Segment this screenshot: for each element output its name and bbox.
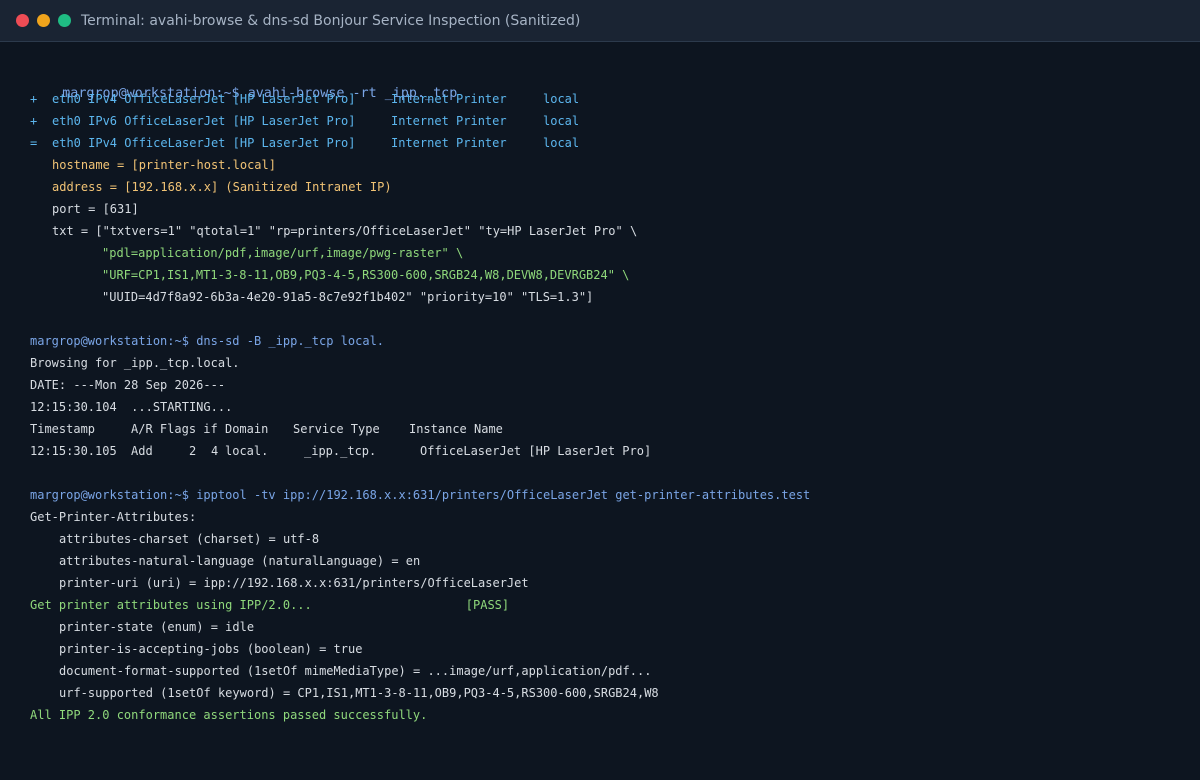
request-attr: attributes-natural-language (naturalLang…: [59, 554, 421, 568]
service-type: Internet Printer: [391, 114, 507, 128]
date-line: DATE: ---Mon 28 Sep 2026---: [30, 378, 226, 392]
command-line: margrop@workstation:~$ ipptool -tv ipp:/…: [30, 484, 1170, 506]
summary-line: All IPP 2.0 conformance assertions passe…: [30, 708, 428, 722]
service-domain: local: [543, 136, 580, 150]
service-domain: local: [543, 92, 580, 106]
service-type: Internet Printer: [391, 92, 507, 106]
row-timestamp: 12:15:30.105: [30, 444, 117, 458]
table-header: Timestamp A/R Flags if Domain Service Type…: [30, 418, 1170, 440]
maximize-button[interactable]: [58, 14, 71, 27]
header-ar: A/R: [131, 422, 153, 436]
starting-line: 12:15:30.104 ...STARTING...: [30, 400, 233, 414]
row-ar: Add: [131, 444, 153, 458]
response-attr: printer-state (enum) = idle: [59, 620, 255, 634]
table-row: 12:15:30.105 Add 2 4 local. _ipp._tcp. OfficeL…: [30, 440, 1170, 462]
txt-line: txt = ["txtvers=1" "qtotal=1" "rp=printe…: [52, 224, 638, 238]
close-button[interactable]: [16, 14, 29, 27]
txt-line: "pdl=application/pdf,image/urf,image/pwg…: [102, 246, 464, 260]
service-type: Internet Printer: [391, 136, 507, 150]
response-attr: urf-supported (1setOf keyword) = CP1,IS1…: [59, 686, 659, 700]
minimize-button[interactable]: [37, 14, 50, 27]
service-marker: +: [30, 114, 38, 128]
txt-line: "URF=CP1,IS1,MT1-3-8-11,OB9,PQ3-4-5,RS30…: [102, 268, 630, 282]
header-domain: Domain: [224, 422, 269, 436]
window-title: Terminal: avahi-browse & dns-sd Bonjour …: [81, 12, 581, 29]
command-text: ipptool -tv ipp://192.168.x.x:631/printe…: [196, 488, 811, 502]
ipp-header: Get-Printer-Attributes:: [30, 510, 197, 524]
browsing-line: Browsing for _ipp._tcp.local.: [30, 356, 240, 370]
command-text: dns-sd -B _ipp._tcp local.: [196, 334, 385, 348]
request-attr: attributes-charset (charset) = utf-8: [59, 532, 320, 546]
title-bar: Terminal: avahi-browse & dns-sd Bonjour …: [0, 0, 1200, 42]
service-desc: eth0 IPv6 OfficeLaserJet [HP LaserJet Pr…: [52, 114, 356, 128]
service-desc: eth0 IPv4 OfficeLaserJet [HP LaserJet Pr…: [52, 92, 356, 106]
row-domain: local.: [225, 444, 269, 458]
hostname-line: hostname = [printer-host.local]: [52, 158, 276, 172]
service-row: = eth0 IPv4 OfficeLaserJet [HP LaserJet P…: [30, 132, 1170, 154]
row-service-type: _ipp._tcp.: [304, 444, 377, 458]
service-row: + eth0 IPv4 OfficeLaserJet [HP LaserJet P…: [30, 88, 1170, 110]
test-name: Get printer attributes using IPP/2.0...: [30, 598, 312, 612]
header-flags: Flags: [159, 422, 197, 436]
txt-line: "UUID=4d7f8a92-6b3a-4e20-91a5-8c7e92f1b4…: [102, 290, 594, 304]
service-row: + eth0 IPv6 OfficeLaserJet [HP LaserJet P…: [30, 110, 1170, 132]
header-timestamp: Timestamp: [30, 422, 96, 436]
row-instance: OfficeLaserJet [HP LaserJet Pro]: [420, 444, 652, 458]
service-domain: local: [543, 114, 580, 128]
port-line: port = [631]: [52, 202, 139, 216]
response-attr: document-format-supported (1setOf mimeMe…: [59, 664, 652, 678]
service-desc: eth0 IPv4 OfficeLaserJet [HP LaserJet Pr…: [52, 136, 356, 150]
address-line: address = [192.168.x.x] (Sanitized Intra…: [52, 180, 392, 194]
row-if: 4: [211, 444, 219, 458]
test-line: Get printer attributes using IPP/2.0... […: [30, 594, 1170, 616]
header-instance: Instance Name: [408, 422, 503, 436]
request-attr: printer-uri (uri) = ipp://192.168.x.x:63…: [59, 576, 529, 590]
prompt: margrop@workstation:~$: [30, 488, 189, 502]
service-marker: +: [30, 92, 38, 106]
header-if: if: [203, 422, 218, 436]
test-result: [PASS]: [465, 598, 510, 612]
row-flags: 2: [189, 444, 197, 458]
header-service-type: Service Type: [292, 422, 380, 436]
command-line: margrop@workstation:~$ dns-sd -B _ipp._t…: [30, 330, 1170, 352]
window-controls: [16, 14, 71, 27]
response-attr: printer-is-accepting-jobs (boolean) = tr…: [59, 642, 363, 656]
service-marker: =: [30, 136, 38, 150]
prompt: margrop@workstation:~$: [30, 334, 189, 348]
command-line: margrop@workstation:~$ avahi-browse -rt …: [30, 58, 1170, 101]
terminal-output[interactable]: margrop@workstation:~$ avahi-browse -rt …: [0, 42, 1200, 726]
